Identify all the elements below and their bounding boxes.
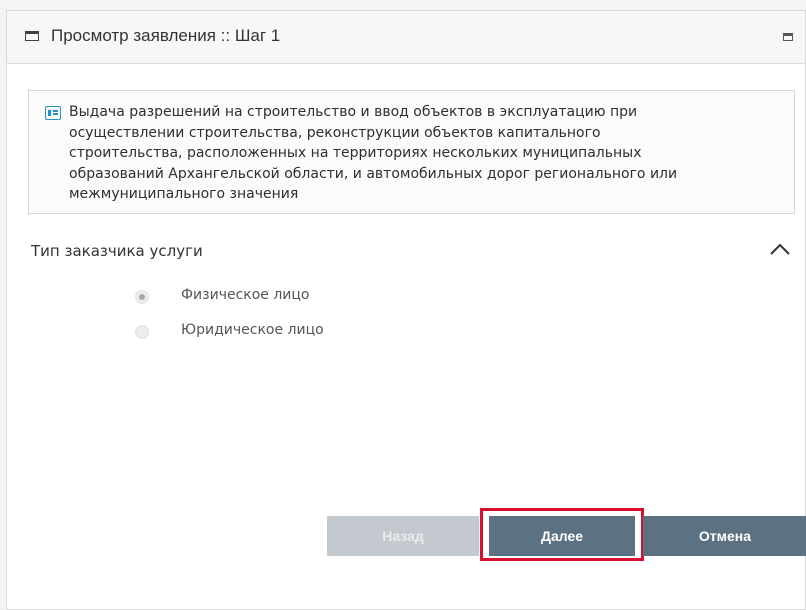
radio-legal-entity[interactable] [135,325,149,339]
service-info-box: Выдача разрешений на строительство и вво… [28,90,795,214]
info-card-icon [45,106,61,120]
next-button[interactable]: Далее [489,516,635,556]
application-view-window: Просмотр заявления :: Шаг 1 Выдача разре… [6,10,806,610]
window-icon [25,31,39,41]
minimize-icon[interactable] [783,33,793,41]
cancel-button[interactable]: Отмена [643,516,806,556]
window-titlebar: Просмотр заявления :: Шаг 1 [7,11,805,64]
customer-type-section-header[interactable]: Тип заказчика услуги [7,228,805,276]
radio-individual[interactable] [135,290,149,304]
back-button[interactable]: Назад [327,516,479,556]
radio-label-individual: Физическое лицо [181,287,310,303]
chevron-up-icon[interactable] [769,242,791,256]
radio-label-legal-entity: Юридическое лицо [181,322,324,338]
window-title: Просмотр заявления :: Шаг 1 [51,26,281,45]
service-description: Выдача разрешений на строительство и вво… [69,104,678,202]
customer-type-title: Тип заказчика услуги [31,242,203,260]
